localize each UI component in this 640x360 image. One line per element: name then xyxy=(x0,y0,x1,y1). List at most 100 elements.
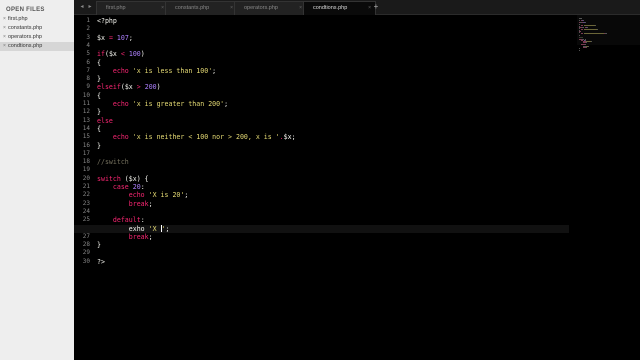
code-line[interactable]: } xyxy=(97,75,101,83)
code-token: 'X xyxy=(148,224,161,233)
code-token: } xyxy=(97,75,101,84)
line-number: 16 xyxy=(82,141,90,149)
minimap-mark xyxy=(579,49,581,51)
code-editor[interactable]: 1 2 3 4 5 6 7 8 9 10 11 12 13 14 15 16 17 18 19 20 21 22 23 24 2… xyxy=(74,15,640,360)
code-line[interactable]: exho 'X '; xyxy=(97,225,170,233)
open-files-header: OPEN FILES xyxy=(6,7,45,13)
code-token: //switch xyxy=(97,158,129,167)
sidebar-file-constants[interactable]: × constants.php xyxy=(0,24,74,33)
code-token: 'x is less than 100' xyxy=(132,66,213,75)
code-token: : xyxy=(140,216,145,225)
code-token: <?php xyxy=(97,17,117,25)
code-line[interactable]: if($x < 100) xyxy=(97,50,145,58)
code-line[interactable]: elseif($x > 200) xyxy=(97,83,161,91)
minimap-mark xyxy=(579,32,580,34)
sidebar-file-label: constants.php xyxy=(8,25,43,31)
tab-first[interactable]: first.php × xyxy=(96,1,169,15)
code-line[interactable]: echo 'x is greater than 200'; xyxy=(97,100,228,108)
code-token: ( xyxy=(120,174,129,183)
code-line[interactable]: <?php xyxy=(97,17,117,25)
line-number: 22 xyxy=(82,191,90,199)
sidebar-file-condtions[interactable]: × condtions.php xyxy=(0,42,74,51)
close-icon[interactable]: × xyxy=(3,33,6,42)
code-token: ) xyxy=(156,83,161,92)
chevron-right-icon[interactable]: ▸ xyxy=(86,2,94,12)
code-line[interactable]: } xyxy=(97,108,101,116)
code-line[interactable]: { xyxy=(97,59,101,67)
sidebar-file-operators[interactable]: × operators.php xyxy=(0,33,74,42)
code-line[interactable]: echo 'x is neither < 100 nor > 200, x is… xyxy=(97,133,296,141)
chevron-left-icon[interactable]: ◂ xyxy=(78,2,86,12)
minimap-mark xyxy=(579,27,580,29)
minimap-mark xyxy=(586,42,587,44)
code-token: : xyxy=(140,183,145,191)
code-token: if xyxy=(97,50,105,59)
editor-window: OPEN FILES × first.php × constants.php ×… xyxy=(0,0,640,360)
code-line[interactable]: case 20: xyxy=(97,183,145,191)
code-line[interactable]: //switch xyxy=(97,158,129,166)
minimap-mark xyxy=(583,33,605,35)
close-icon[interactable]: × xyxy=(3,42,6,51)
code-line[interactable]: else xyxy=(97,117,113,125)
code-token: 'X is 20' xyxy=(148,191,185,200)
code-line[interactable]: break; xyxy=(97,233,153,241)
code-line[interactable]: $x = 107; xyxy=(97,34,133,42)
tab-operators[interactable]: operators.php × xyxy=(234,1,307,15)
code-token: ; xyxy=(165,224,170,233)
close-icon[interactable]: × xyxy=(3,15,6,24)
minimap-mark xyxy=(596,29,598,30)
code-token: case xyxy=(112,183,129,191)
code-line[interactable]: echo 'X is 20'; xyxy=(97,191,189,200)
code-token: } xyxy=(97,241,101,250)
tab-constants[interactable]: constants.php × xyxy=(165,1,238,15)
line-number: 23 xyxy=(82,199,90,207)
minimap-mark xyxy=(594,24,596,26)
minimap[interactable] xyxy=(577,15,640,360)
minimap-mark xyxy=(591,41,592,43)
tab-condtions[interactable]: condtions.php × xyxy=(303,1,376,15)
close-icon[interactable]: × xyxy=(3,24,6,33)
open-files-list: × first.php × constants.php × operators.… xyxy=(0,15,74,51)
code-line[interactable]: default: xyxy=(97,216,145,224)
code-token: ; xyxy=(224,100,229,108)
code-token: ; xyxy=(212,66,217,75)
minimap-mark xyxy=(579,36,584,38)
line-number: 2 xyxy=(86,25,90,33)
code-line[interactable]: } xyxy=(97,241,101,249)
sidebar-file-label: operators.php xyxy=(8,34,42,40)
code-line[interactable]: { xyxy=(97,125,101,133)
code-line[interactable]: { xyxy=(97,92,101,100)
code-token: { xyxy=(97,91,101,100)
minimap-mark xyxy=(583,20,584,22)
close-icon[interactable]: × xyxy=(230,5,233,11)
code-token: ) { xyxy=(136,174,149,183)
line-number: 17 xyxy=(82,149,90,157)
code-line[interactable]: break; xyxy=(97,200,153,208)
code-token: 200 xyxy=(144,83,157,92)
code-token: ; xyxy=(148,232,153,241)
line-number: 29 xyxy=(82,249,90,257)
code-token: { xyxy=(97,58,101,67)
new-tab-icon[interactable]: + xyxy=(371,2,381,12)
line-number: 5 xyxy=(86,50,90,58)
code-token: $x xyxy=(283,133,292,142)
line-number-gutter: 1 2 3 4 5 6 7 8 9 10 11 12 13 14 15 16 17 18 19 20 21 22 23 24 2… xyxy=(74,15,94,360)
code-line[interactable]: echo 'x is less than 100'; xyxy=(97,67,216,75)
code-line[interactable]: } xyxy=(97,142,101,150)
code-line[interactable]: ?> xyxy=(97,258,105,266)
line-number: 10 xyxy=(82,91,90,99)
line-number: 20 xyxy=(82,174,90,182)
code-token: 'x is neither < 100 nor > 200, x is ' xyxy=(132,133,280,142)
code-token: break xyxy=(128,232,149,241)
close-icon[interactable]: × xyxy=(161,5,164,11)
close-icon[interactable]: × xyxy=(299,5,302,11)
tab-label: constants.php xyxy=(175,5,210,11)
minimap-mark xyxy=(583,24,595,26)
code-line[interactable]: switch ($x) { xyxy=(97,175,149,183)
sidebar: OPEN FILES × first.php × constants.php ×… xyxy=(0,0,75,360)
line-number: 21 xyxy=(82,183,90,190)
sidebar-file-first[interactable]: × first.php xyxy=(0,15,74,24)
